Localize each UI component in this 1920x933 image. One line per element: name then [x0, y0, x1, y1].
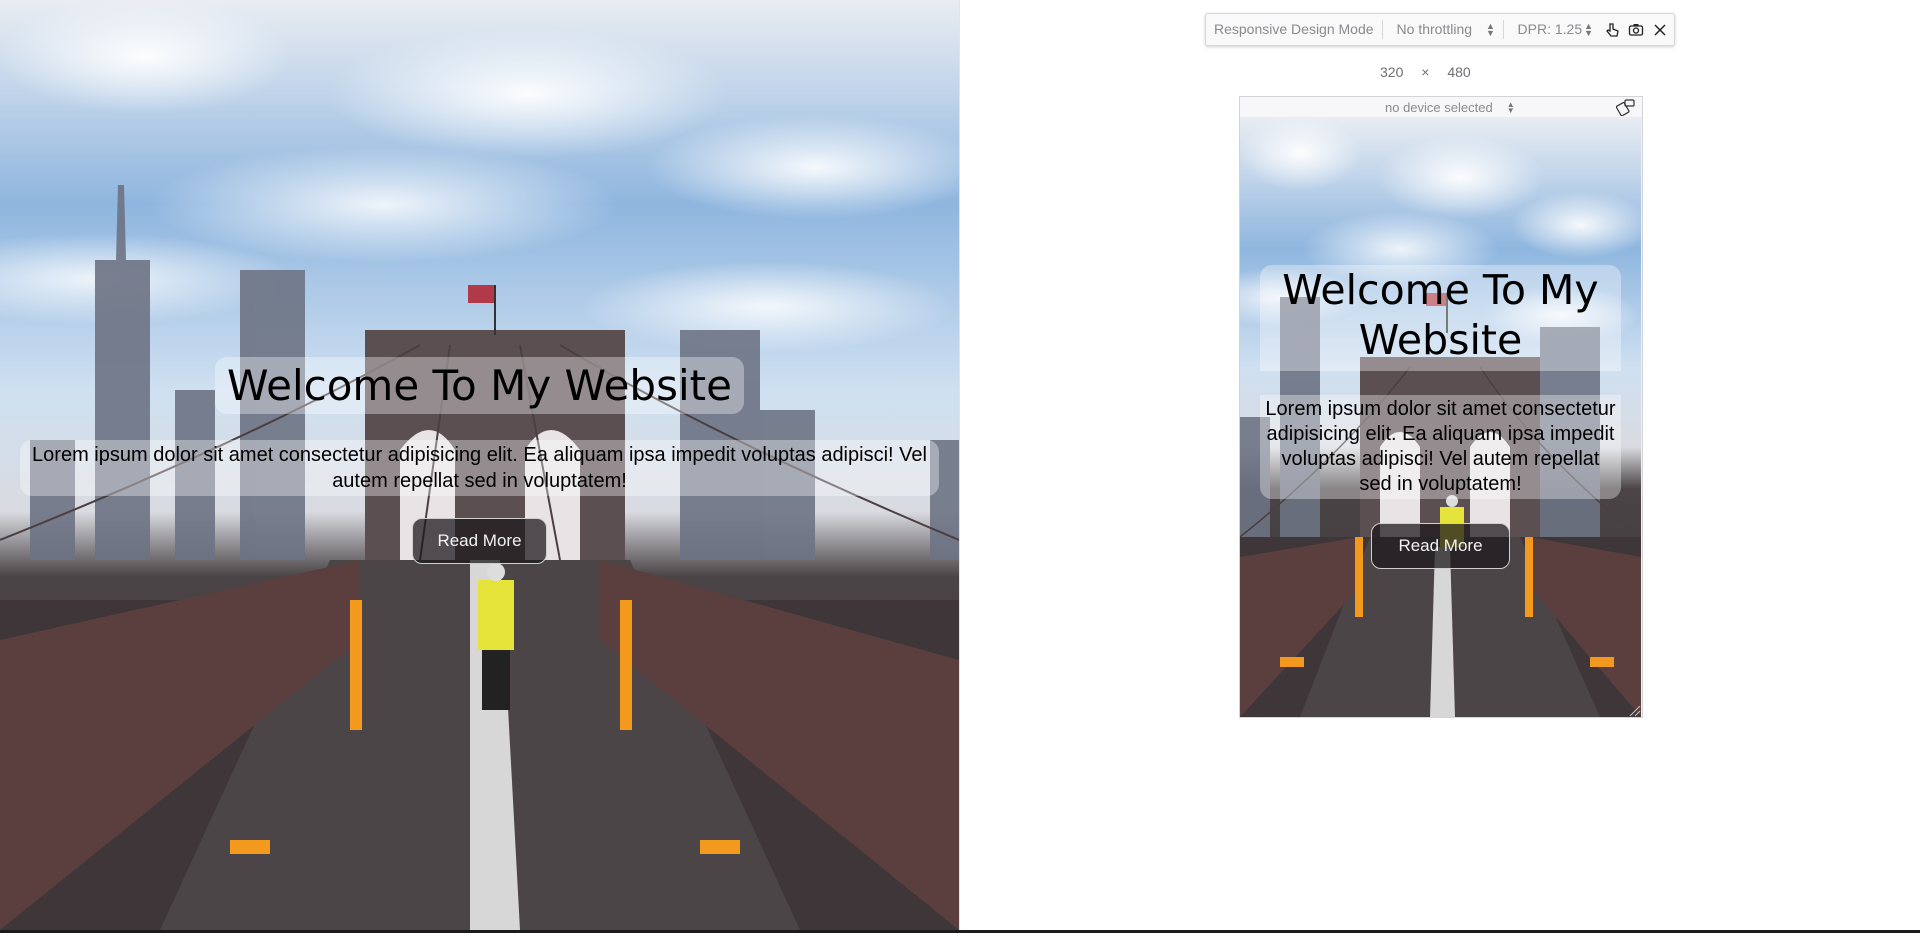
device-bar: no device selected ▲ ▼	[1240, 97, 1642, 118]
dpr-select[interactable]: DPR: 1.25 ▲ ▼	[1504, 20, 1600, 39]
hero-description-wrap: Lorem ipsum dolor sit amet consectetur a…	[1240, 395, 1641, 499]
hero-title-wrap: Welcome To My Website	[0, 357, 959, 414]
hero-title: Welcome To My Website	[215, 357, 744, 414]
touch-simulation-icon[interactable]	[1601, 19, 1623, 41]
viewport-dimensions: 320 × 480	[1380, 64, 1471, 80]
hero-description-wrap: Lorem ipsum dolor sit amet consectetur a…	[0, 440, 959, 496]
rotate-viewport-icon[interactable]	[1615, 98, 1636, 117]
read-more-button[interactable]: Read More	[412, 518, 547, 564]
viewport-width[interactable]: 320	[1380, 64, 1403, 80]
close-icon[interactable]	[1649, 19, 1671, 41]
responsive-design-toolbar: Responsive Design Mode No throttling ▲ ▼ …	[1205, 13, 1675, 46]
mobile-viewport: Welcome To My Website Lorem ipsum dolor …	[1240, 117, 1641, 717]
desktop-viewport: Welcome To My Website Lorem ipsum dolor …	[0, 0, 959, 930]
dpr-value: DPR: 1.25	[1517, 21, 1583, 37]
viewport-height[interactable]: 480	[1447, 64, 1470, 80]
throttling-value: No throttling	[1396, 21, 1473, 37]
hero-description: Lorem ipsum dolor sit amet consectetur a…	[20, 440, 939, 496]
device-selector[interactable]: no device selected ▲ ▼	[1385, 100, 1515, 115]
hero-cta-wrap: Read More	[1240, 523, 1641, 569]
read-more-button[interactable]: Read More	[1371, 523, 1510, 569]
throttling-select[interactable]: No throttling ▲ ▼	[1383, 20, 1504, 39]
select-arrows-icon: ▲ ▼	[1506, 99, 1515, 115]
hero-cta-wrap: Read More	[0, 518, 959, 564]
pane-divider	[959, 0, 960, 930]
hero-description: Lorem ipsum dolor sit amet consectetur a…	[1260, 395, 1621, 499]
screenshot-icon[interactable]	[1625, 19, 1647, 41]
select-arrows-icon: ▲ ▼	[1486, 20, 1495, 38]
dimension-separator: ×	[1421, 64, 1430, 80]
rdm-title: Responsive Design Mode	[1206, 20, 1383, 39]
hero-title-wrap: Welcome To My Website	[1240, 265, 1641, 371]
select-arrows-icon: ▲ ▼	[1584, 20, 1594, 38]
resize-handle-icon[interactable]	[1627, 703, 1641, 717]
hero-title: Welcome To My Website	[1260, 265, 1621, 371]
device-selector-value: no device selected	[1385, 100, 1493, 115]
